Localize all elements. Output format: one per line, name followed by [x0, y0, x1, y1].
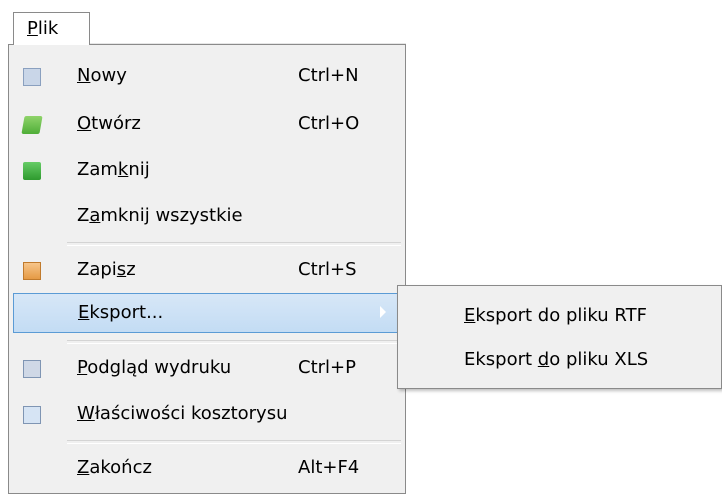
new-document-icon [23, 68, 41, 86]
menu-item-zakoncz[interactable]: Zakończ Alt+F4 [9, 447, 405, 491]
menu-item-zamknij-wszystkie[interactable]: Zamknij wszystkie [9, 195, 405, 239]
submenu-item-eksport-rtf[interactable]: Eksport do pliku RTF [398, 297, 721, 337]
menu-item-eksport[interactable]: Eksport... [13, 293, 399, 333]
submenu-item-label: Eksport do pliku RTF [464, 305, 647, 326]
menu-plik-rest: lik [37, 18, 59, 39]
properties-icon [23, 406, 41, 424]
save-icon [23, 262, 41, 280]
menu-item-label: Zamknij [77, 159, 150, 180]
print-preview-icon [23, 360, 41, 378]
file-menu-dropdown: Nowy Ctrl+N Otwórz Ctrl+O Zamknij Zamkni… [8, 44, 406, 494]
menu-item-shortcut: Alt+F4 [298, 457, 360, 478]
menu-item-label: Zapisz [77, 259, 136, 280]
menu-item-label: Zakończ [77, 457, 152, 478]
menu-separator [67, 242, 401, 246]
menu-item-shortcut: Ctrl+N [298, 65, 359, 86]
menu-item-zapisz[interactable]: Zapisz Ctrl+S [9, 249, 405, 293]
submenu-item-eksport-xls[interactable]: Eksport do pliku XLS [398, 341, 721, 381]
menu-plik[interactable]: Plik [13, 12, 90, 45]
open-folder-icon [21, 116, 43, 134]
menu-item-wlasciwosci-kosztorysu[interactable]: Właściwości kosztorysu [9, 393, 405, 437]
close-folder-icon [23, 162, 41, 180]
menu-item-podglad-wydruku[interactable]: Podgląd wydruku Ctrl+P [9, 347, 405, 391]
menu-item-zamknij[interactable]: Zamknij [9, 149, 405, 193]
menu-separator [67, 340, 401, 344]
menu-item-label: Podgląd wydruku [77, 357, 232, 378]
menu-item-shortcut: Ctrl+O [298, 113, 360, 134]
menu-item-label: Nowy [77, 65, 127, 86]
menu-plik-mnemonic: P [27, 18, 38, 39]
submenu-item-label: Eksport do pliku XLS [464, 349, 649, 370]
menu-item-label: Zamknij wszystkie [77, 205, 243, 226]
menu-item-otworz[interactable]: Otwórz Ctrl+O [9, 103, 405, 147]
menu-item-nowy[interactable]: Nowy Ctrl+N [9, 55, 405, 99]
menu-item-shortcut: Ctrl+P [298, 357, 356, 378]
menu-item-shortcut: Ctrl+S [298, 259, 357, 280]
menu-item-label: Otwórz [77, 113, 141, 134]
menu-separator [67, 440, 401, 444]
menu-item-label: Eksport... [78, 302, 164, 323]
export-submenu: Eksport do pliku RTF Eksport do pliku XL… [397, 285, 722, 389]
submenu-arrow-icon [380, 306, 386, 318]
menu-item-label: Właściwości kosztorysu [77, 403, 288, 424]
